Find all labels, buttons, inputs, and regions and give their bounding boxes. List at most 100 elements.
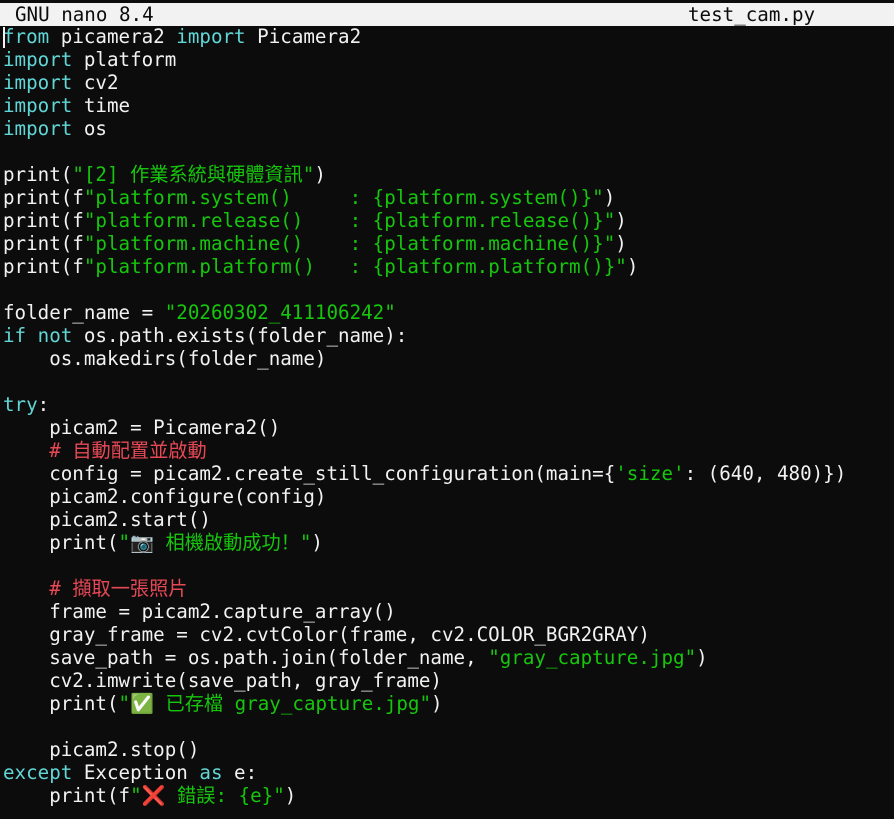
string-token: "20260302_411106242" (164, 301, 396, 324)
code-line[interactable]: gray_frame = cv2.cvtColor(frame, cv2.COL… (3, 623, 891, 646)
keyword-token: except (3, 761, 73, 784)
code-line[interactable]: print(f"platform.machine() : {platform.m… (3, 232, 891, 255)
app-version-label: GNU nano 8.4 (15, 3, 154, 26)
code-token: ) (314, 163, 326, 186)
code-token: ) (431, 692, 443, 715)
code-token: os (72, 117, 107, 140)
code-token: cv2 (72, 71, 119, 94)
code-line[interactable]: print(f"❌ 錯誤: {e}") (3, 784, 891, 807)
code-token: picam2.configure(config) (3, 485, 327, 508)
code-token: picamera2 (49, 25, 177, 48)
code-line[interactable]: folder_name = "20260302_411106242" (3, 301, 891, 324)
code-token: folder_name = (3, 301, 165, 324)
code-token: : (37, 393, 50, 416)
string-token: "platform.machine() : {platform.machine(… (83, 232, 616, 255)
code-token: print(f (3, 784, 131, 807)
code-token: ) (696, 646, 708, 669)
code-token: Picamera2 (245, 25, 362, 48)
keyword-token: import (3, 71, 73, 94)
code-token: ) (311, 531, 323, 554)
code-token: : (640, 480)}) (684, 462, 847, 485)
nano-title-bar: GNU nano 8.4 test_cam.py (0, 3, 894, 26)
code-token: os.makedirs(folder_name) (3, 347, 327, 370)
string-token: 'size' (615, 462, 685, 485)
string-token: "❌ 錯誤: {e}" (130, 784, 285, 807)
code-token: print( (3, 692, 119, 715)
code-line[interactable] (3, 140, 891, 163)
code-editor[interactable]: from picamera2 import Picamera2 import pl… (3, 25, 891, 817)
code-line[interactable]: from picamera2 import Picamera2 (3, 25, 891, 48)
code-line[interactable]: try: (3, 393, 891, 416)
keyword-token: try (3, 393, 38, 416)
code-token: print(f (3, 255, 84, 278)
code-line[interactable]: frame = picam2.capture_array() (3, 600, 891, 623)
code-line[interactable]: save_path = os.path.join(folder_name, "g… (3, 646, 891, 669)
string-token: "platform.system() : {platform.system()}… (83, 186, 604, 209)
code-token: config = picam2.create_still_configurati… (3, 462, 616, 485)
code-line[interactable]: picam2.configure(config) (3, 485, 891, 508)
code-line[interactable]: # 自動配置並啟動 (3, 439, 891, 462)
keyword-token: import (3, 48, 73, 71)
keyword-token: import (176, 25, 246, 48)
code-line[interactable]: print("✅ 已存檔 gray_capture.jpg") (3, 692, 891, 715)
code-token: frame = picam2.capture_array() (3, 600, 396, 623)
code-token: ) (615, 209, 627, 232)
code-line[interactable] (3, 278, 891, 301)
code-line[interactable]: # 擷取一張照片 (3, 577, 891, 600)
code-line[interactable]: print("[2] 作業系統與硬體資訊") (3, 163, 891, 186)
code-line[interactable]: config = picam2.create_still_configurati… (3, 462, 891, 485)
code-token: ) (615, 232, 627, 255)
code-line[interactable]: picam2.start() (3, 508, 891, 531)
code-line[interactable]: import cv2 (3, 71, 891, 94)
code-token: print( (3, 531, 119, 554)
code-line[interactable]: print("📷 相機啟動成功！") (3, 531, 891, 554)
code-token: save_path = os.path.join(folder_name, (3, 646, 489, 669)
code-token: os.path.exists(folder_name): (72, 324, 408, 347)
code-line[interactable]: print(f"platform.platform() : {platform.… (3, 255, 891, 278)
file-name-label: test_cam.py (688, 3, 816, 26)
comment-token: # 自動配置並啟動 (49, 439, 207, 462)
code-line[interactable] (3, 554, 891, 577)
keyword-token: import (3, 94, 73, 117)
code-token: Exception (72, 761, 200, 784)
code-line[interactable]: picam2 = Picamera2() (3, 416, 891, 439)
code-line[interactable]: except Exception as e: (3, 761, 891, 784)
string-token: "✅ 已存檔 gray_capture.jpg" (118, 692, 432, 715)
code-token: print(f (3, 209, 84, 232)
keyword-token: from (3, 25, 50, 48)
keyword-token: import (3, 117, 73, 140)
code-line[interactable]: import time (3, 94, 891, 117)
string-token: "platform.platform() : {platform.platfor… (83, 255, 627, 278)
code-line[interactable]: picam2.stop() (3, 738, 891, 761)
code-line[interactable]: print(f"platform.release() : {platform.r… (3, 209, 891, 232)
code-line[interactable] (3, 370, 891, 393)
code-token: cv2.imwrite(save_path, gray_frame) (3, 669, 442, 692)
code-line[interactable]: cv2.imwrite(save_path, gray_frame) (3, 669, 891, 692)
code-token: picam2.stop() (3, 738, 200, 761)
code-line[interactable]: if not os.path.exists(folder_name): (3, 324, 891, 347)
code-line[interactable]: print(f"platform.system() : {platform.sy… (3, 186, 891, 209)
code-line[interactable] (3, 715, 891, 738)
code-token: gray_frame = cv2.cvtColor(frame, cv2.COL… (3, 623, 650, 646)
code-token: picam2 = Picamera2() (3, 416, 281, 439)
code-token: e: (222, 761, 258, 784)
code-token: ) (603, 186, 616, 209)
comment-token: # 擷取一張照片 (49, 577, 188, 600)
code-token: print(f (3, 232, 84, 255)
code-token: platform (72, 48, 177, 71)
string-token: "gray_capture.jpg" (488, 646, 697, 669)
code-token: picam2.start() (3, 508, 211, 531)
code-token: ) (626, 255, 639, 278)
keyword-token: as (199, 761, 223, 784)
code-token: time (72, 94, 131, 117)
code-line[interactable]: os.makedirs(folder_name) (3, 347, 891, 370)
keyword-token: if not (3, 324, 73, 347)
string-token: "[2] 作業系統與硬體資訊" (72, 163, 315, 186)
string-token: "platform.release() : {platform.release(… (83, 209, 616, 232)
code-token: print(f (3, 186, 84, 209)
code-line[interactable]: import platform (3, 48, 891, 71)
code-line[interactable]: import os (3, 117, 891, 140)
code-token: print( (3, 163, 73, 186)
